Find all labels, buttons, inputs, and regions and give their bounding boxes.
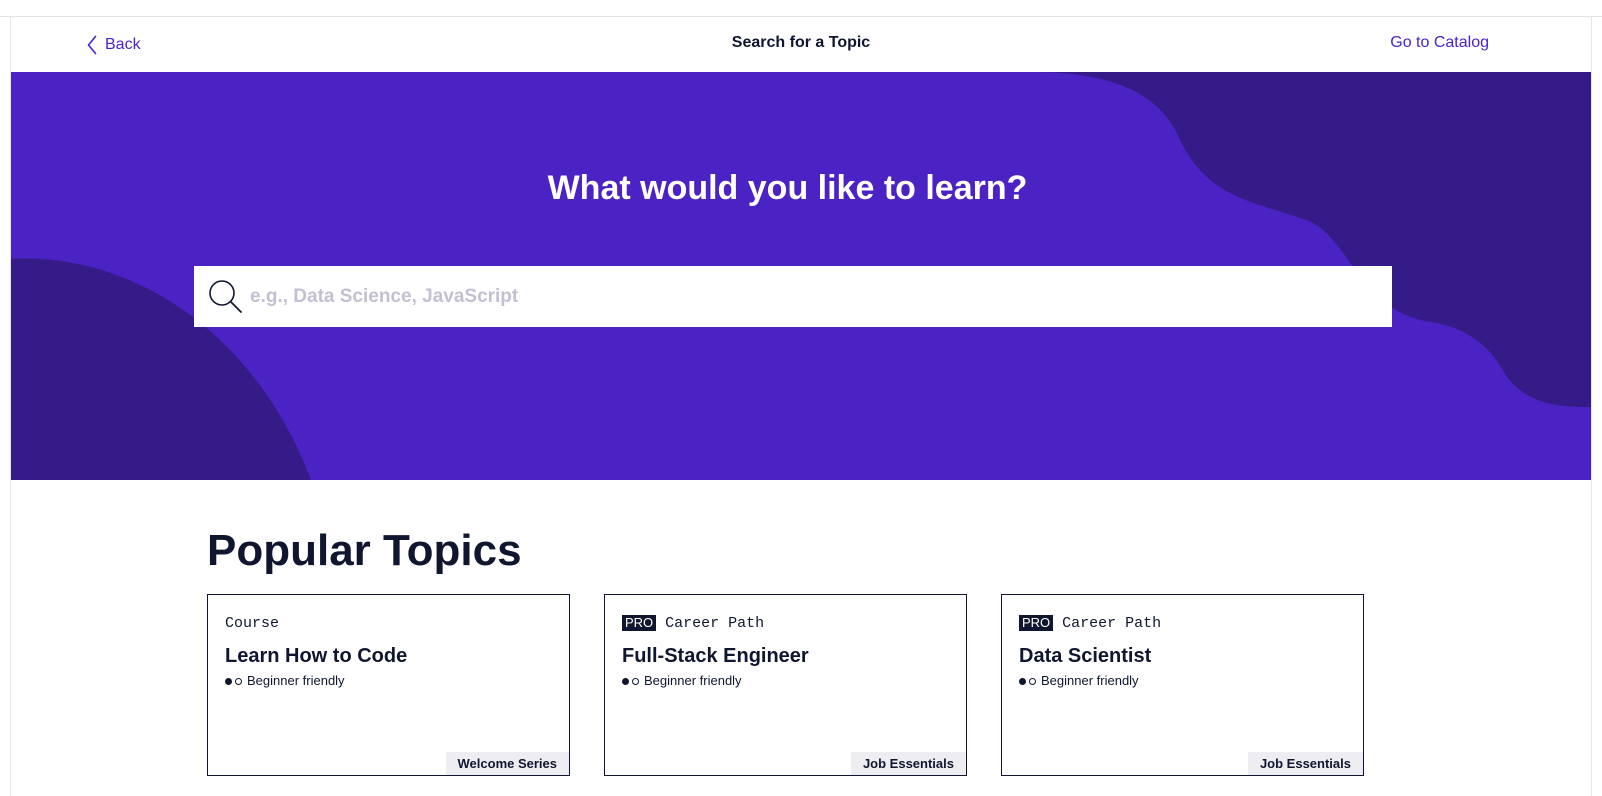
- topic-card-data-scientist[interactable]: PRO Career Path Data Scientist Beginner …: [1001, 594, 1364, 776]
- top-nav-bar: Back Search for a Topic Go to Catalog: [11, 17, 1591, 72]
- card-series-tag: Job Essentials: [850, 752, 966, 775]
- back-button[interactable]: Back: [87, 32, 141, 58]
- card-type: Career Path: [1062, 614, 1162, 632]
- search-input[interactable]: [250, 266, 1370, 327]
- difficulty-dot-filled-icon: [622, 677, 629, 685]
- card-title: Data Scientist: [1019, 645, 1152, 667]
- right-divider: [1591, 16, 1592, 796]
- difficulty-dot-empty-icon: [1029, 677, 1036, 685]
- card-difficulty-label: Beginner friendly: [247, 673, 345, 688]
- card-series-tag: Welcome Series: [445, 752, 569, 775]
- chevron-left-icon: [87, 35, 97, 55]
- search-box[interactable]: [194, 266, 1392, 327]
- card-type: Course: [225, 614, 280, 632]
- card-title: Full-Stack Engineer: [622, 645, 809, 667]
- hero-heading: What would you like to learn?: [547, 169, 1028, 207]
- topic-card-learn-how-to-code[interactable]: Course Learn How to Code Beginner friend…: [207, 594, 570, 776]
- card-difficulty: Beginner friendly: [225, 672, 345, 690]
- card-difficulty: Beginner friendly: [1019, 672, 1139, 690]
- card-series-tag: Job Essentials: [1247, 752, 1363, 775]
- page: Back Search for a Topic Go to Catalog Wh…: [0, 0, 1602, 796]
- topic-card-full-stack-engineer[interactable]: PRO Career Path Full-Stack Engineer Begi…: [604, 594, 967, 776]
- card-type-row: Course: [225, 613, 279, 633]
- difficulty-dot-filled-icon: [1019, 677, 1026, 685]
- page-title: Search for a Topic: [731, 34, 871, 51]
- card-difficulty-label: Beginner friendly: [1041, 673, 1139, 688]
- card-difficulty-label: Beginner friendly: [644, 673, 742, 688]
- card-difficulty: Beginner friendly: [622, 672, 742, 690]
- search-hero: What would you like to learn?: [11, 72, 1591, 480]
- card-type-row: PRO Career Path: [622, 613, 764, 633]
- hero-blob-right: [1031, 72, 1591, 407]
- go-to-catalog-link[interactable]: Go to Catalog: [1390, 32, 1489, 54]
- card-type: Career Path: [665, 614, 765, 632]
- popular-topics-heading: Popular Topics: [207, 526, 522, 575]
- back-button-label: Back: [105, 36, 141, 53]
- card-type-row: PRO Career Path: [1019, 613, 1161, 633]
- difficulty-dot-filled-icon: [225, 677, 232, 685]
- card-title: Learn How to Code: [225, 645, 408, 667]
- difficulty-dot-empty-icon: [632, 677, 639, 685]
- top-gap: [0, 0, 1602, 17]
- pro-badge: PRO: [622, 615, 657, 631]
- pro-badge: PRO: [1019, 615, 1054, 631]
- difficulty-dot-empty-icon: [235, 677, 242, 685]
- search-icon: [209, 280, 242, 313]
